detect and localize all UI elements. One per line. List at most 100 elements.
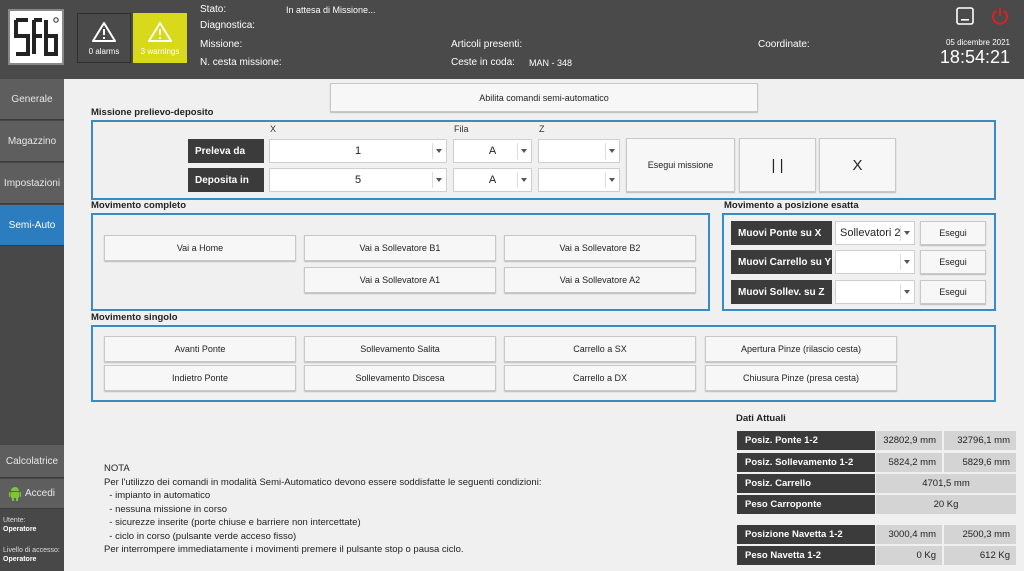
apertura-pinze-button[interactable]: Apertura Pinze (rilascio cesta)	[705, 336, 897, 362]
missione-label: Missione:	[200, 39, 243, 50]
company-logo	[8, 9, 64, 65]
posiz-sollev-1-value: 5824,2 mm	[876, 453, 942, 472]
sidebar: Generale Magazzino Impostazioni Semi-Aut…	[0, 79, 64, 571]
muovi-sollev-select[interactable]	[835, 280, 915, 304]
sollevamento-discesa-button[interactable]: Sollevamento Discesa	[304, 365, 496, 391]
note-line: - ciclo in corso (pulsante verde acceso …	[104, 530, 297, 542]
chevron-down-icon	[609, 149, 615, 153]
esegui-sollev-button[interactable]: Esegui	[920, 280, 986, 304]
note-line: Per l'utilizzo dei comandi in modalità S…	[104, 476, 542, 488]
deposita-fila-select[interactable]: A	[453, 168, 532, 192]
posiz-ponte-2-value: 32796,1 mm	[944, 431, 1016, 450]
chevron-down-icon	[521, 178, 527, 182]
power-icon[interactable]	[990, 6, 1010, 26]
warnings-count: 3 warnings	[140, 47, 180, 56]
esegui-carrello-button[interactable]: Esegui	[920, 250, 986, 274]
chevron-down-icon	[904, 260, 910, 264]
chevron-down-icon	[521, 149, 527, 153]
preleva-z-select[interactable]	[538, 139, 620, 163]
sidebar-item-magazzino[interactable]: Magazzino	[0, 121, 64, 162]
muovi-ponte-label: Muovi Ponte su X	[731, 221, 832, 245]
stop-button[interactable]: X	[819, 138, 896, 192]
deposita-x-select[interactable]: 5	[269, 168, 447, 192]
muovi-ponte-select[interactable]: Sollevatori 2	[835, 221, 915, 245]
vai-sollevatore-b1-button[interactable]: Vai a Sollevatore B1	[304, 235, 496, 261]
main-panel: Abilita comandi semi-automatico Missione…	[64, 79, 1024, 571]
prelievo-title: Missione prelievo-deposito	[91, 107, 214, 118]
deposita-x-value: 5	[354, 174, 362, 186]
posiz-navetta-label: Posizione Navetta 1-2	[737, 525, 875, 544]
note-title: NOTA	[104, 463, 130, 474]
pause-button[interactable]: | |	[739, 138, 816, 192]
ceste-label: Ceste in coda:	[451, 57, 515, 68]
alarms-count: 0 alarms	[88, 47, 120, 56]
dati-title: Dati Attuali	[736, 413, 786, 424]
esegui-missione-button[interactable]: Esegui missione	[626, 138, 735, 192]
alarms-button[interactable]: 0 alarms	[77, 13, 131, 63]
preleva-x-select[interactable]: 1	[269, 139, 447, 163]
posiz-navetta-2-value: 2500,3 mm	[944, 525, 1016, 544]
note-line: - sicurezze inserite (porte chiuse e bar…	[104, 517, 361, 528]
preleva-x-value: 1	[354, 145, 362, 157]
sidebar-item-calcolatrice[interactable]: Calcolatrice	[0, 445, 64, 478]
n-cesta-label: N. cesta missione:	[200, 57, 282, 68]
avanti-ponte-button[interactable]: Avanti Ponte	[104, 336, 296, 362]
posiz-carrello-label: Posiz. Carrello	[737, 474, 875, 493]
accedi-button[interactable]: Accedi	[0, 479, 64, 509]
indietro-ponte-button[interactable]: Indietro Ponte	[104, 365, 296, 391]
col-fila-header: Fila	[454, 124, 469, 134]
peso-navetta-label: Peso Navetta 1-2	[737, 546, 875, 565]
chiusura-pinze-button[interactable]: Chiusura Pinze (presa cesta)	[705, 365, 897, 391]
note-line: Per interrompere immediatamente i movime…	[104, 544, 464, 555]
chevron-down-icon	[609, 178, 615, 182]
chevron-down-icon	[436, 178, 442, 182]
diagnostica-label: Diagnostica:	[200, 20, 256, 31]
posiz-ponte-label: Posiz. Ponte 1-2	[737, 431, 875, 450]
sidebar-item-semi-auto[interactable]: Semi-Auto	[0, 205, 64, 246]
esegui-ponte-button[interactable]: Esegui	[920, 221, 986, 245]
note-line: - nessuna missione in corso	[104, 503, 228, 515]
utente-label: Utente:	[3, 517, 26, 524]
muovi-ponte-value: Sollevatori 2	[840, 227, 901, 239]
minimize-icon[interactable]	[955, 6, 975, 26]
articoli-label: Articoli presenti:	[451, 39, 523, 50]
muovi-sollev-label: Muovi Sollev. su Z	[731, 280, 832, 304]
stato-value: In attesa di Missione...	[286, 5, 376, 15]
ceste-value: MAN - 348	[529, 58, 573, 68]
esatta-title: Movimento a posizione esatta	[724, 200, 859, 211]
carrello-sx-button[interactable]: Carrello a SX	[504, 336, 696, 362]
col-z-header: Z	[539, 124, 545, 134]
completo-title: Movimento completo	[91, 200, 187, 211]
muovi-carrello-label: Muovi Carrello su Y	[731, 250, 832, 274]
note-block: NOTA Per l'utilizzo dei comandi in modal…	[104, 462, 541, 557]
preleva-fila-select[interactable]: A	[453, 139, 532, 163]
note-line: - impianto in automatico	[104, 490, 211, 501]
vai-home-button[interactable]: Vai a Home	[104, 235, 296, 261]
deposita-z-select[interactable]	[538, 168, 620, 192]
vai-sollevatore-a1-button[interactable]: Vai a Sollevatore A1	[304, 267, 496, 293]
chevron-down-icon	[904, 231, 910, 235]
coordinate-label: Coordinate:	[758, 39, 810, 50]
carrello-dx-button[interactable]: Carrello a DX	[504, 365, 696, 391]
livello-label: Livello di accesso:	[3, 547, 60, 554]
utente-value: Operatore	[3, 526, 37, 533]
accedi-label: Accedi	[24, 488, 55, 499]
completo-frame	[91, 213, 710, 311]
muovi-carrello-select[interactable]	[835, 250, 915, 274]
posiz-sollev-2-value: 5829,6 mm	[944, 453, 1016, 472]
chevron-down-icon	[904, 290, 910, 294]
date-display: 05 dicembre 2021	[945, 38, 1010, 47]
warnings-button[interactable]: 3 warnings	[133, 13, 187, 63]
sidebar-item-generale[interactable]: Generale	[0, 79, 64, 120]
deposita-fila-value: A	[488, 174, 497, 186]
clock: 18:54:21	[939, 47, 1010, 67]
vai-sollevatore-a2-button[interactable]: Vai a Sollevatore A2	[504, 267, 696, 293]
abilita-semi-auto-button[interactable]: Abilita comandi semi-automatico	[330, 83, 758, 112]
col-x-header: X	[270, 124, 277, 134]
posiz-sollev-label: Posiz. Sollevamento 1-2	[737, 453, 875, 472]
sollevamento-salita-button[interactable]: Sollevamento Salita	[304, 336, 496, 362]
vai-sollevatore-b2-button[interactable]: Vai a Sollevatore B2	[504, 235, 696, 261]
posiz-carrello-value: 4701,5 mm	[876, 474, 1016, 493]
posiz-ponte-1-value: 32802,9 mm	[876, 431, 942, 450]
sidebar-item-impostazioni[interactable]: Impostazioni	[0, 163, 64, 204]
